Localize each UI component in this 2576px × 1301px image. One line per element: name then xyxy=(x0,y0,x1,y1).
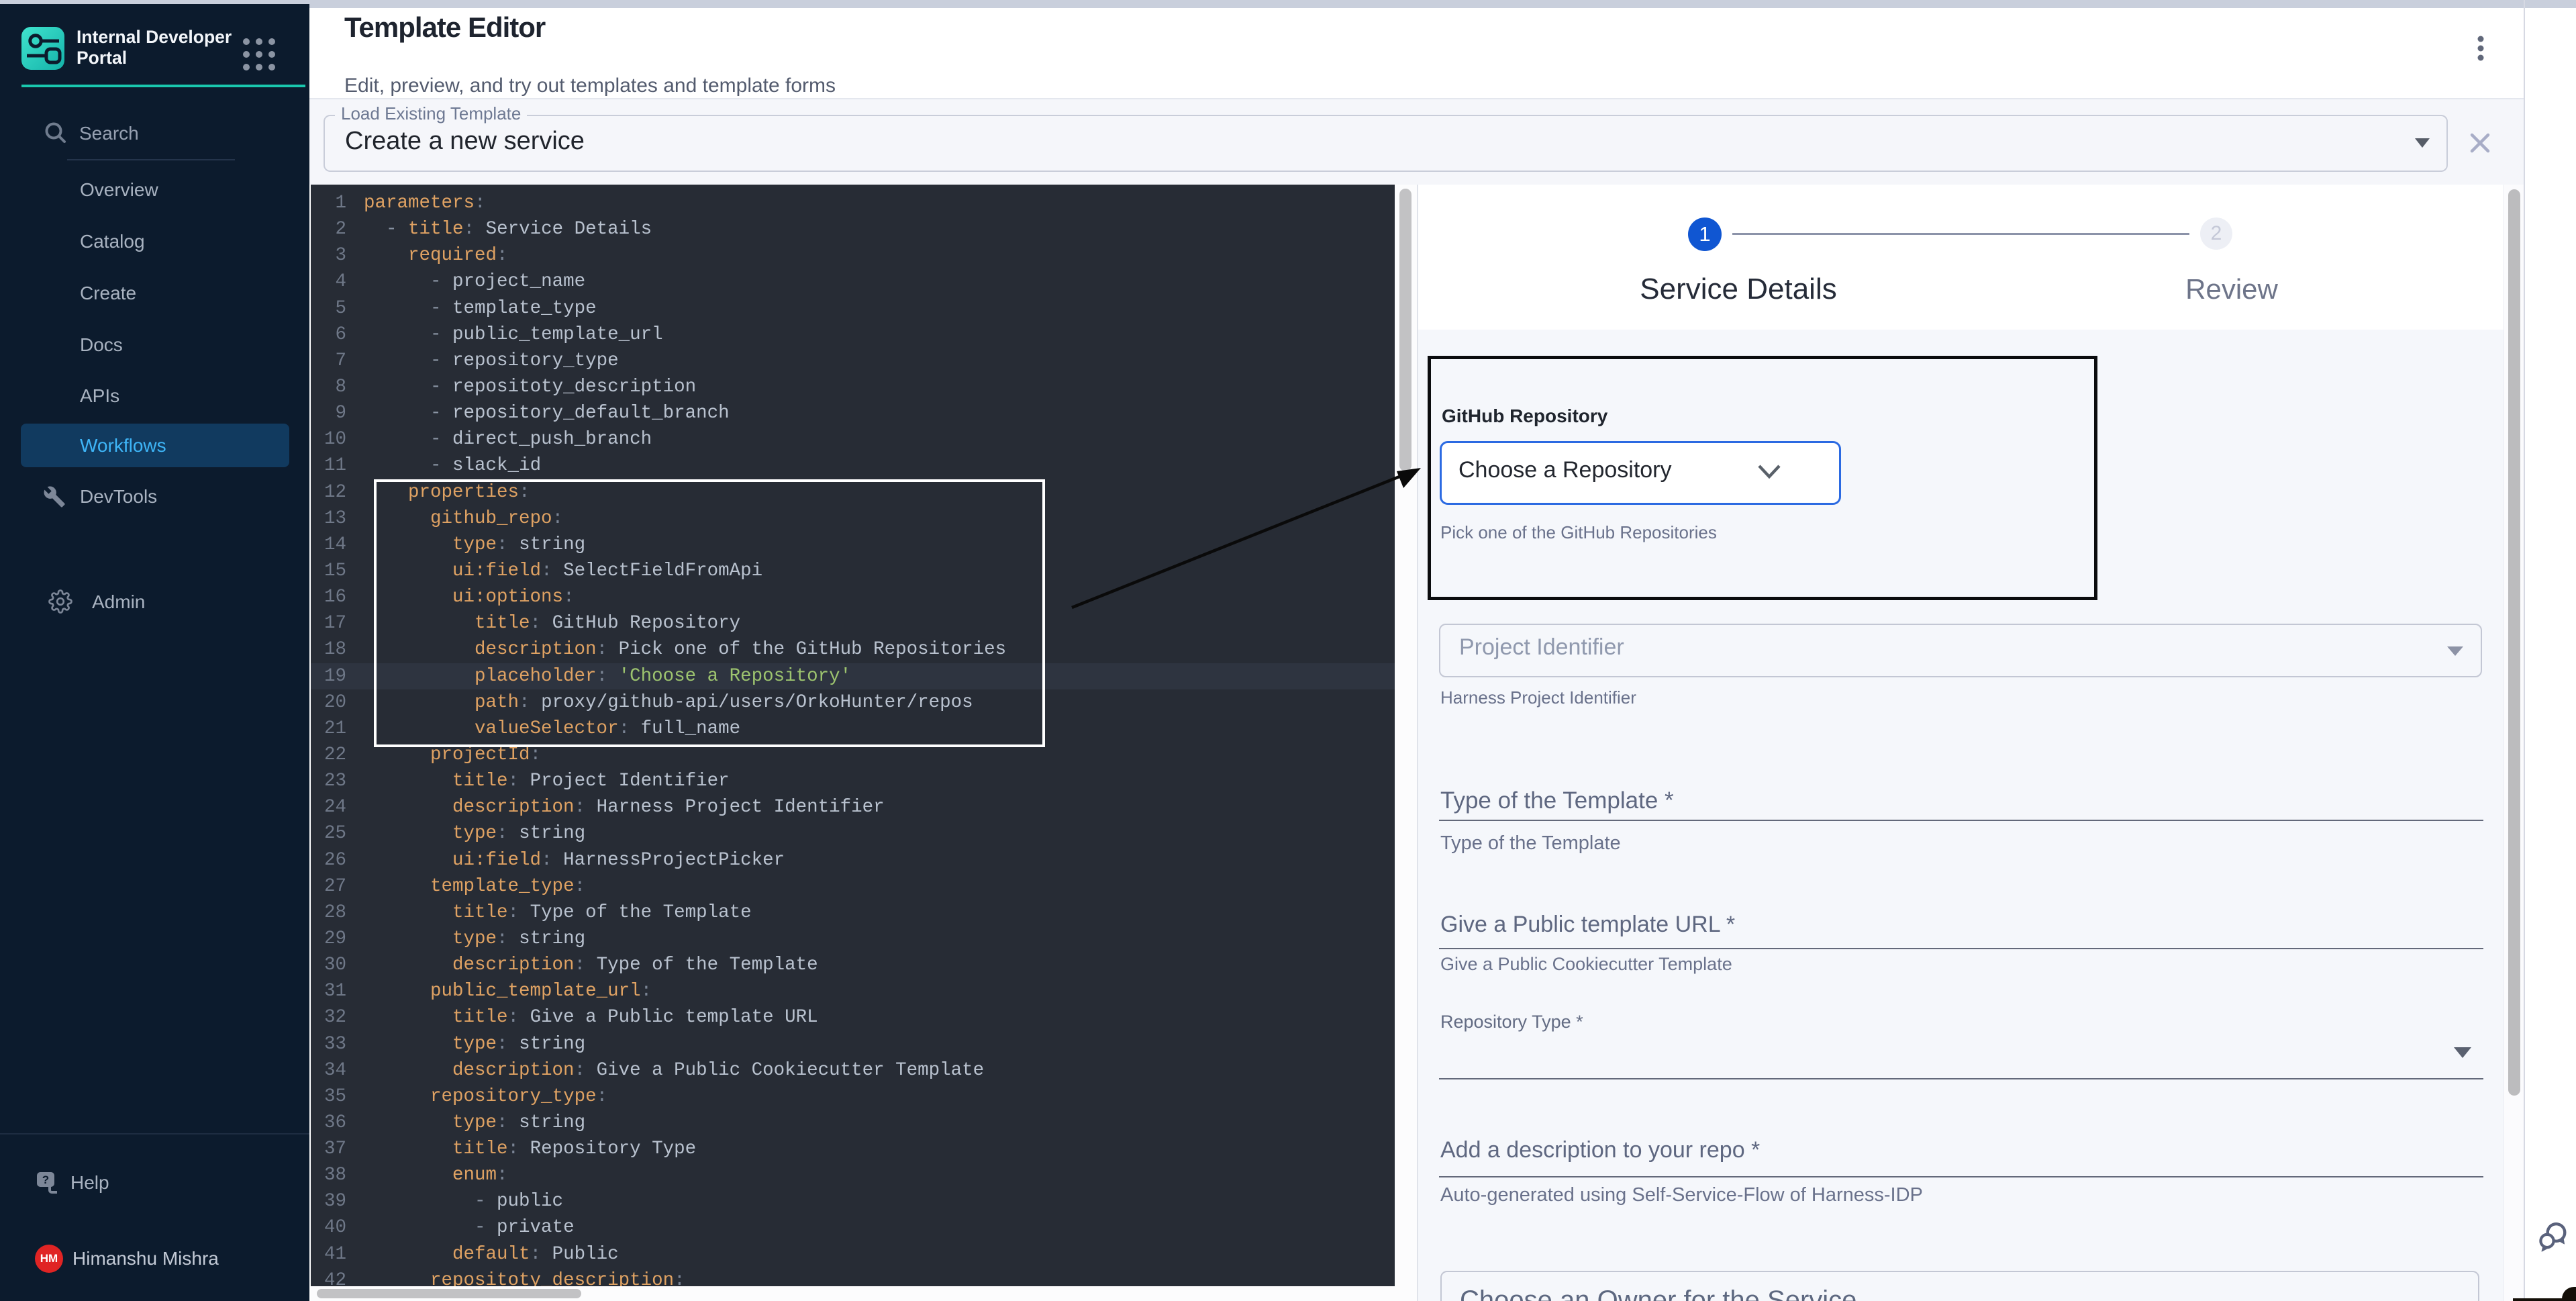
svg-text:?: ? xyxy=(42,1173,49,1186)
